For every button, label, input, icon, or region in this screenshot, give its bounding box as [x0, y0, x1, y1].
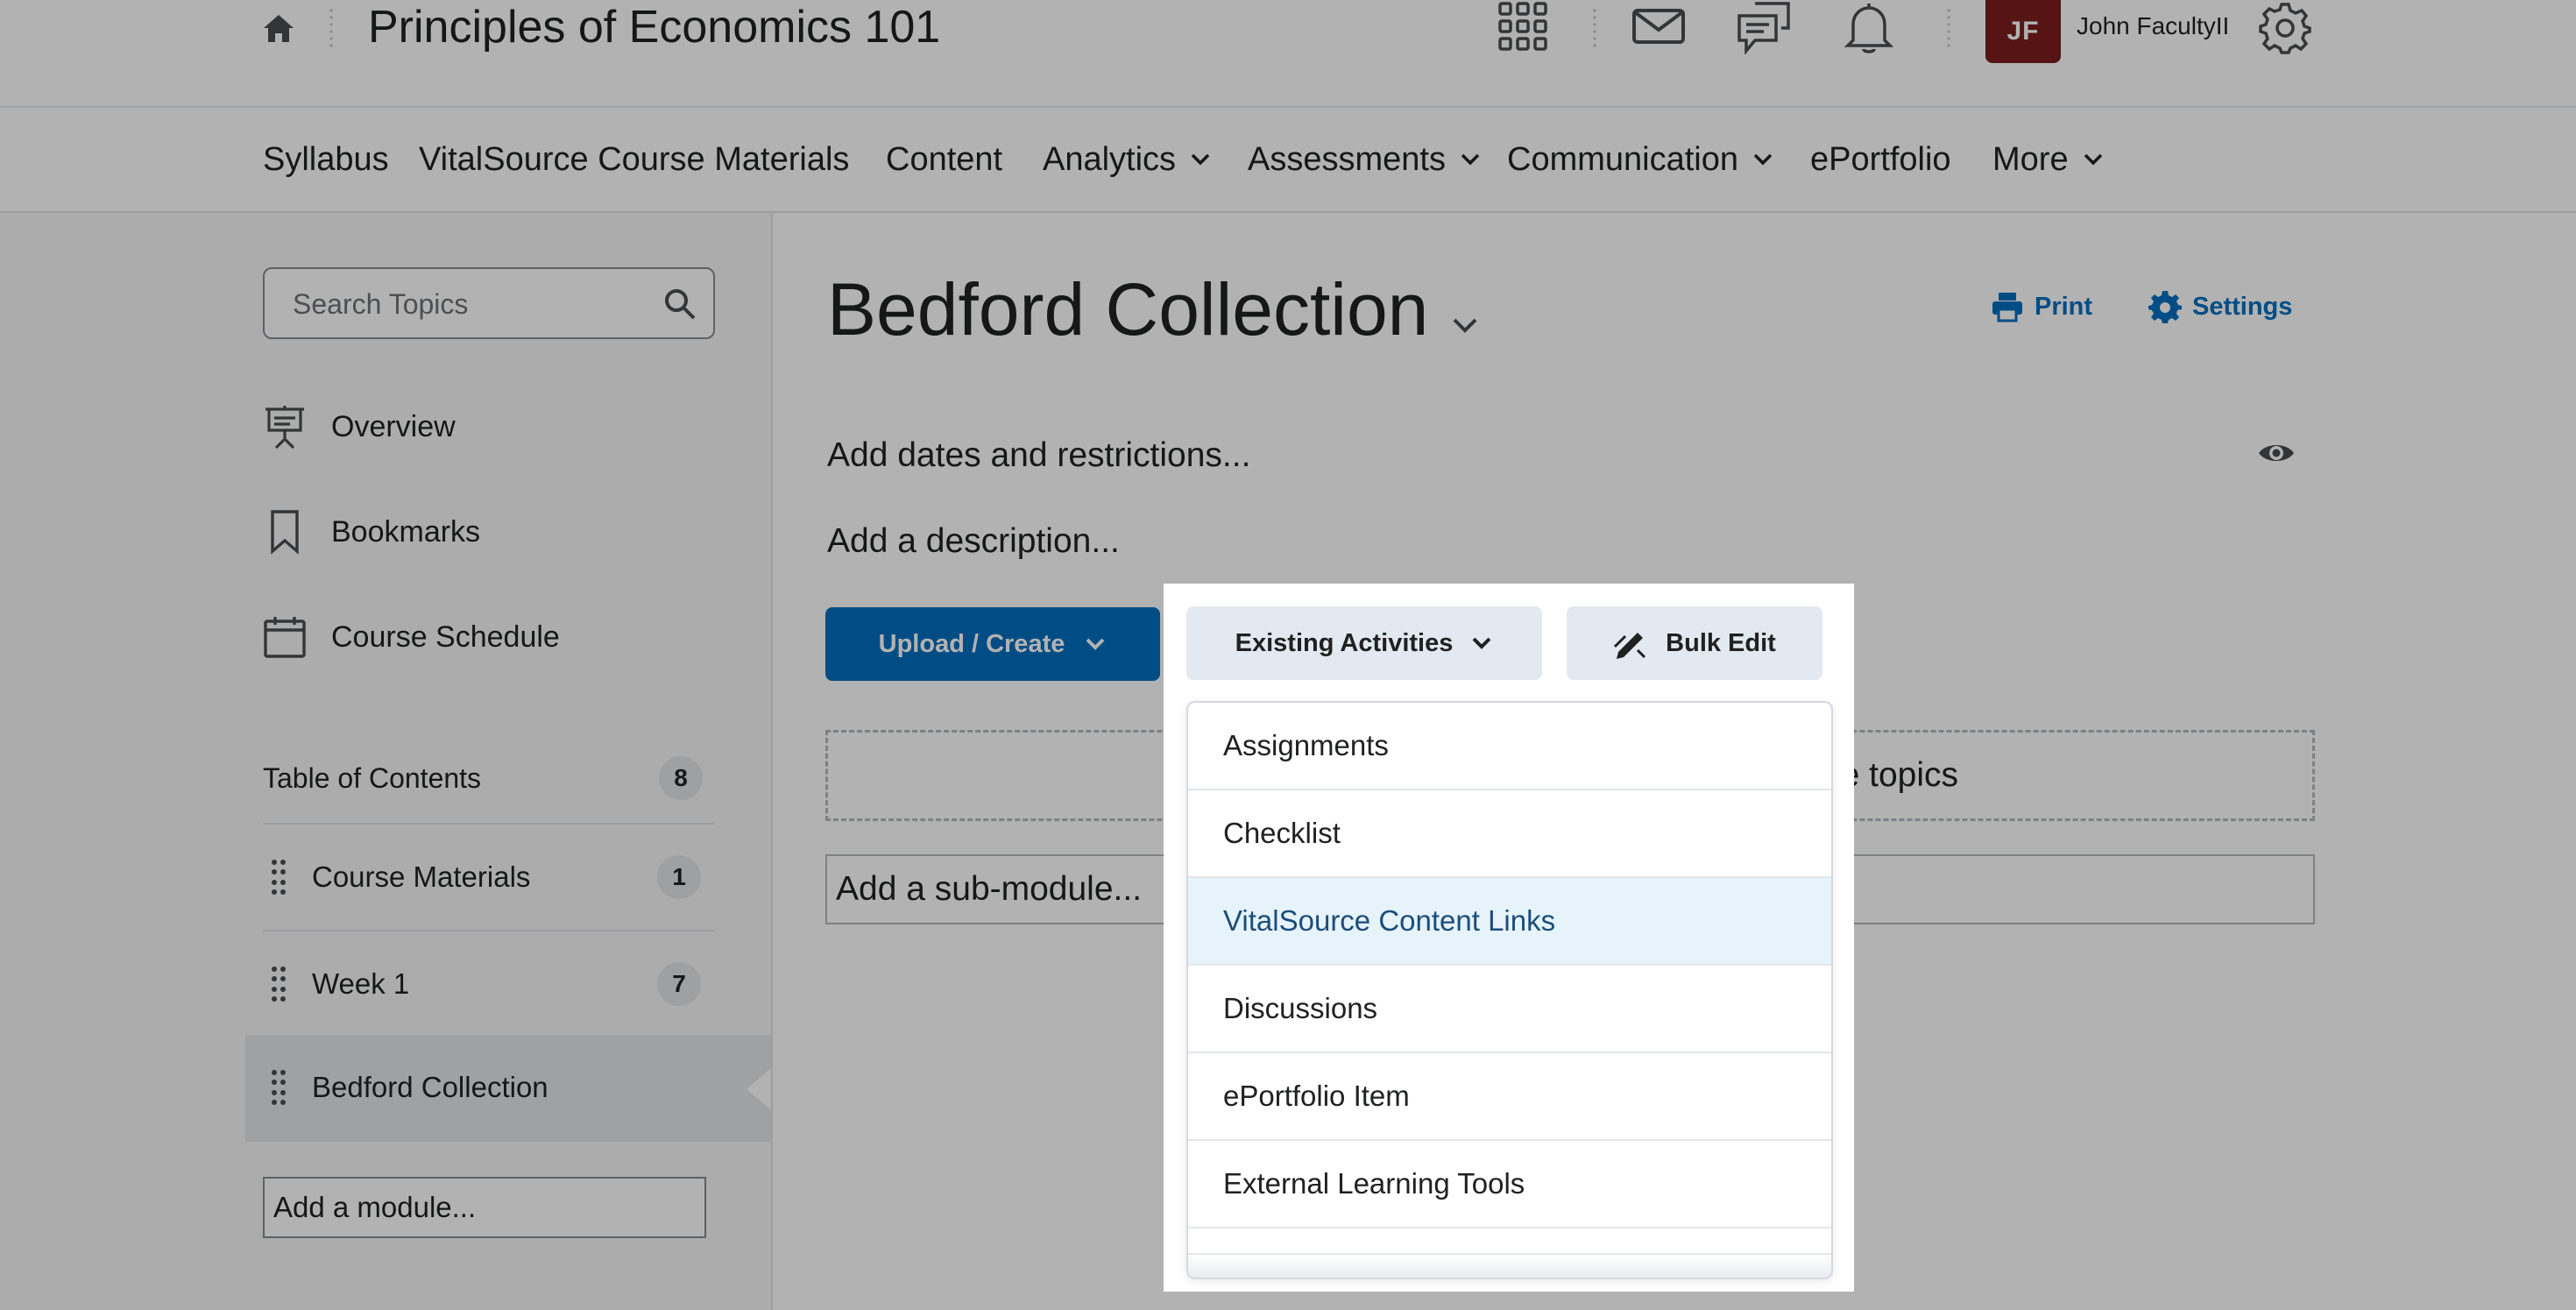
- bulk-edit-button[interactable]: Bulk Edit: [1567, 606, 1822, 680]
- menu-item-checklist[interactable]: Checklist: [1188, 790, 1831, 878]
- existing-activities-dropdown: Assignments Checklist VitalSource Conten…: [1186, 701, 1833, 1279]
- menu-item-assignments[interactable]: Assignments: [1188, 703, 1831, 790]
- chevron-down-icon: [1472, 637, 1491, 649]
- menu-item-discussions[interactable]: Discussions: [1188, 966, 1831, 1053]
- existing-activities-menu-panel: Existing Activities Bulk Edit Assignment…: [1164, 584, 1854, 1292]
- existing-activities-button-open[interactable]: Existing Activities: [1186, 606, 1542, 680]
- pencil-edit-icon: [1614, 633, 1646, 659]
- bulk-edit-label: Bulk Edit: [1666, 628, 1776, 657]
- dropdown-scroll-edge: [1188, 1253, 1831, 1278]
- menu-item-eportfolio-item[interactable]: ePortfolio Item: [1188, 1053, 1831, 1141]
- existing-activities-label: Existing Activities: [1235, 628, 1454, 657]
- menu-item-external-learning-tools[interactable]: External Learning Tools: [1188, 1141, 1831, 1229]
- menu-item-vitalsource-content-links[interactable]: VitalSource Content Links: [1188, 878, 1831, 966]
